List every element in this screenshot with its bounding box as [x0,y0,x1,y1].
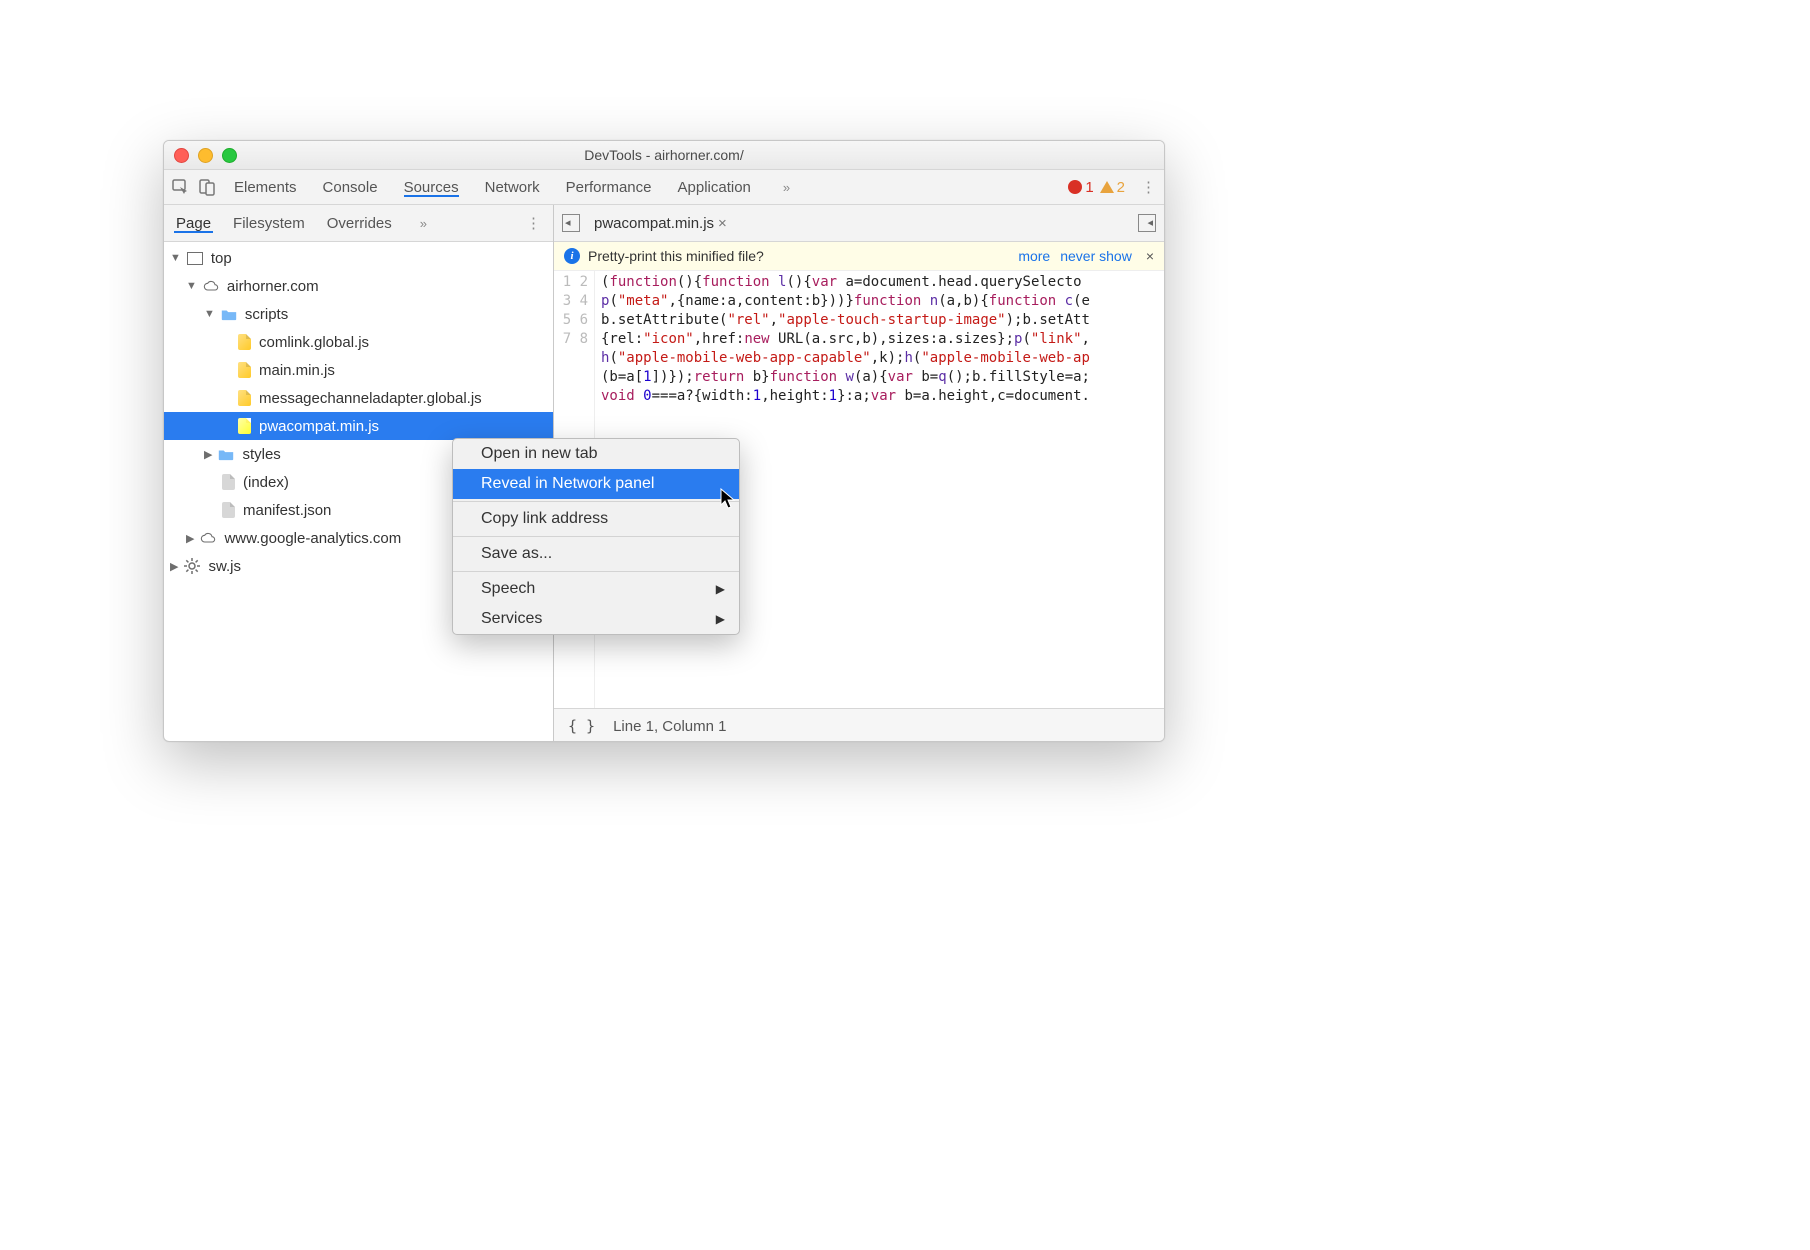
minimize-icon[interactable] [198,148,213,163]
sidebar-tabs: Page Filesystem Overrides » ⋮ [164,205,553,242]
folder-icon [221,306,237,322]
tree-file-label: messagechanneladapter.global.js [259,390,482,407]
ctx-open-new-tab[interactable]: Open in new tab [453,439,739,469]
side-tab-underline [174,231,213,233]
side-tab-page-label: Page [176,215,211,232]
side-tab-filesystem[interactable]: Filesystem [233,215,305,232]
tab-elements[interactable]: Elements [234,179,297,196]
warning-badge[interactable]: 2 [1100,179,1125,196]
pretty-print-bar: i Pretty-print this minified file? more … [554,242,1164,271]
cursor-position: Line 1, Column 1 [613,718,726,735]
tab-application[interactable]: Application [678,179,751,196]
zoom-icon[interactable] [222,148,237,163]
js-file-icon [238,334,251,350]
tree-file[interactable]: comlink.global.js [164,328,553,356]
pretty-more-link[interactable]: more [1018,248,1050,264]
js-file-icon [238,362,251,378]
tree-top[interactable]: ▼top [164,244,553,272]
tree-file-label: pwacompat.min.js [259,418,379,435]
submenu-arrow-icon: ▶ [716,612,725,626]
inspect-icon[interactable] [172,179,189,196]
file-icon [222,502,235,518]
sidebar-kebab-icon[interactable]: ⋮ [526,214,541,232]
editor-tabs: ◂ pwacompat.min.js× ◂ [554,205,1164,242]
ctx-reveal-network[interactable]: Reveal in Network panel [453,469,739,499]
file-icon [222,474,235,490]
tab-network[interactable]: Network [485,179,540,196]
tree-site[interactable]: ▼airhorner.com [164,272,553,300]
pretty-close-icon[interactable]: × [1146,248,1154,264]
js-file-icon [238,418,251,434]
main-toolbar: Elements Console Sources Network Perform… [164,170,1164,205]
error-count: 1 [1085,179,1093,196]
submenu-arrow-icon: ▶ [716,582,725,596]
ctx-speech[interactable]: Speech ▶ [453,574,739,604]
warning-icon [1100,181,1114,193]
main-tabs: Elements Console Sources Network Perform… [234,179,790,196]
ctx-separator [453,536,739,537]
close-icon[interactable] [174,148,189,163]
tree-index-label: (index) [243,474,289,491]
tree-site-label: airhorner.com [227,278,319,295]
device-toggle-icon[interactable] [199,179,216,196]
side-tabs-overflow-icon[interactable]: » [420,216,427,231]
cloud-icon [200,530,216,546]
pretty-never-link[interactable]: never show [1060,248,1132,264]
tab-sources-label: Sources [404,179,459,196]
frame-icon [187,252,203,265]
gear-icon [184,558,200,574]
ctx-services[interactable]: Services ▶ [453,604,739,634]
kebab-menu-icon[interactable]: ⋮ [1141,178,1156,196]
tree-styles-label: styles [242,446,280,463]
tree-scripts-label: scripts [245,306,288,323]
ctx-separator [453,501,739,502]
editor-tab-label: pwacompat.min.js [594,215,714,232]
tree-ga-label: www.google-analytics.com [224,530,401,547]
cloud-icon [203,278,219,294]
nav-back-icon[interactable]: ◂ [562,214,580,232]
tree-file[interactable]: messagechanneladapter.global.js [164,384,553,412]
info-icon: i [564,248,580,264]
tree-file-label: comlink.global.js [259,334,369,351]
titlebar[interactable]: DevTools - airhorner.com/ [164,141,1164,170]
ctx-copy-link[interactable]: Copy link address [453,504,739,534]
editor-statusbar: { } Line 1, Column 1 [554,708,1164,742]
editor-tab[interactable]: pwacompat.min.js× [594,215,727,232]
js-file-icon [238,390,251,406]
warning-count: 2 [1117,179,1125,196]
side-tab-overrides[interactable]: Overrides [327,215,392,232]
context-menu: Open in new tab Reveal in Network panel … [452,438,740,635]
error-icon [1068,180,1082,194]
pretty-print-text: Pretty-print this minified file? [588,248,764,264]
tree-file-selected[interactable]: pwacompat.min.js [164,412,553,440]
error-badge[interactable]: 1 [1068,179,1093,196]
tree-top-label: top [211,250,232,267]
nav-forward-icon[interactable]: ◂ [1138,214,1156,232]
tabs-overflow-icon[interactable]: » [783,180,790,195]
tree-scripts[interactable]: ▼scripts [164,300,553,328]
side-tab-page[interactable]: Page [176,215,211,232]
ctx-separator [453,571,739,572]
format-icon[interactable]: { } [568,717,595,735]
ctx-services-label: Services [481,610,542,628]
tree-file-label: main.min.js [259,362,335,379]
tree-manifest-label: manifest.json [243,502,331,519]
ctx-speech-label: Speech [481,580,535,598]
tab-console[interactable]: Console [323,179,378,196]
ctx-save-as[interactable]: Save as... [453,539,739,569]
window-title: DevTools - airhorner.com/ [584,147,744,163]
traffic-lights [174,148,237,163]
active-tab-underline [404,195,459,197]
tab-performance[interactable]: Performance [566,179,652,196]
tab-sources[interactable]: Sources [404,179,459,196]
close-tab-icon[interactable]: × [718,215,727,232]
tree-sw-label: sw.js [208,558,241,575]
tree-file[interactable]: main.min.js [164,356,553,384]
folder-icon [218,446,234,462]
